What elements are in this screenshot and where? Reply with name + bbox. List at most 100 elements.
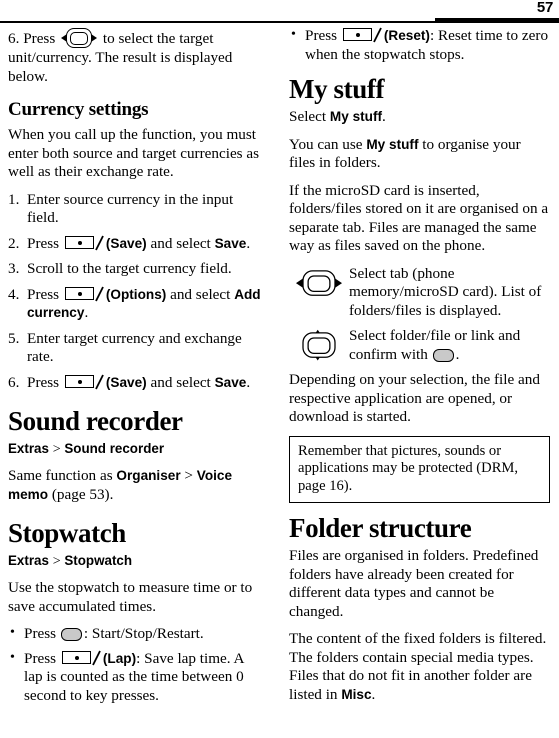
select-prefix: Select — [289, 108, 330, 125]
my-stuff-select-line: Select My stuff. — [289, 108, 550, 127]
nav-key-inner — [307, 274, 331, 291]
note-box: Remember that pictures, sounds or applic… — [289, 435, 550, 503]
step-text-mid: and select — [166, 285, 235, 303]
list-item: Press (Reset): Reset time to zero when t… — [289, 26, 550, 64]
softkey-slash-icon — [373, 27, 382, 43]
breadcrumb-root: Extras — [8, 553, 49, 568]
softkey-icon — [64, 286, 105, 303]
softkey-slash-icon — [95, 286, 104, 301]
nav-key-left-right-icon — [61, 27, 98, 49]
step-text-before: Press — [23, 30, 56, 47]
list-item: Scroll to the target currency field. — [8, 260, 261, 279]
folder-structure-paragraph-1: Files are organised in folders. Predefin… — [289, 547, 539, 620]
nav-key-inner — [70, 31, 89, 45]
softkey-slash-icon — [92, 650, 101, 665]
softkey-label: (Reset) — [383, 28, 430, 43]
stopwatch-bullets-continued: Press (Reset): Reset time to zero when t… — [289, 26, 550, 64]
page-number: 57 — [536, 0, 553, 16]
step-text-mid: and select — [146, 234, 215, 252]
description-suffix: . — [455, 345, 460, 363]
bullet-text-prefix: Press — [24, 649, 60, 667]
bullet-text-prefix: Press — [24, 625, 60, 642]
nav-key-left-right-icon — [295, 269, 343, 297]
step-text: Press — [27, 373, 63, 391]
ok-key-icon — [60, 627, 83, 642]
left-column: 6. Press to select the target unit/curre… — [0, 27, 279, 713]
menu-item-ref: Organiser — [116, 468, 181, 483]
step-text-mid: and select — [146, 373, 215, 391]
softkey-icon — [64, 235, 105, 252]
folder-structure-paragraph-2: The content of the fixed folders is filt… — [289, 630, 550, 704]
select-suffix: . — [382, 108, 386, 125]
breadcrumb-stopwatch: Extras > Stopwatch — [8, 552, 261, 570]
list-item: Press (Lap): Save lap time. A lap is cou… — [8, 649, 261, 706]
list-item: Press (Options) and select Add currency. — [8, 286, 261, 323]
right-column: Press (Reset): Reset time to zero when t… — [279, 26, 558, 713]
breadcrumb-separator: > — [52, 442, 61, 457]
body-text-suffix: (page 53). — [48, 485, 114, 503]
icon-cell — [289, 327, 349, 361]
heading-folder-structure: Folder structure — [289, 513, 472, 543]
bullet-text-suffix: : Start/Stop/Restart. — [83, 625, 204, 642]
my-stuff-paragraph-1: You can use My stuff to organise your fi… — [289, 136, 550, 173]
currency-settings-steps: Enter source currency in the input field… — [8, 191, 261, 393]
softkey-icon — [64, 374, 105, 391]
icon-description-row-folder: Select folder/file or link and confirm w… — [289, 327, 550, 364]
icon-row-description: Select folder/file or link and confirm w… — [349, 327, 550, 364]
continued-step-6: 6. Press to select the target unit/curre… — [8, 27, 261, 86]
paragraph-prefix: You can use — [289, 135, 367, 153]
currency-settings-intro: When you call up the function, you must … — [8, 126, 260, 180]
step-number: 6. — [8, 30, 20, 47]
step-text: Press — [27, 234, 63, 252]
page-columns: 6. Press to select the target unit/curre… — [0, 26, 559, 713]
softkey-slash-icon — [95, 374, 104, 389]
breadcrumb-leaf: Sound recorder — [64, 441, 165, 456]
breadcrumb-root: Extras — [8, 441, 49, 456]
step-text-end: . — [246, 373, 251, 391]
page-header: 57 — [0, 0, 559, 24]
menu-item-ref: Save — [214, 235, 247, 251]
stopwatch-intro: Use the stopwatch to measure time or to … — [8, 579, 253, 615]
heading-my-stuff: My stuff — [289, 74, 385, 104]
list-item: Enter target currency and exchange rate. — [8, 330, 261, 367]
icon-row-description: Select tab (phone memory/microSD card). … — [349, 264, 542, 319]
icon-description-row-tab: Select tab (phone memory/microSD card). … — [289, 265, 550, 321]
paragraph-suffix: . — [371, 685, 376, 703]
breadcrumb-sound-recorder: Extras > Sound recorder — [8, 440, 261, 458]
sound-recorder-body: Same function as Organiser > Voice memo … — [8, 467, 261, 504]
breadcrumb-leaf: Stopwatch — [64, 553, 133, 568]
softkey-label: (Save) — [105, 374, 147, 390]
nav-key-up-down-icon — [296, 329, 342, 361]
nav-key-inner — [307, 336, 331, 354]
step-text-end: . — [84, 304, 89, 321]
note-text: Remember that pictures, sounds or applic… — [298, 442, 519, 494]
step-text: Scroll to the target currency field. — [27, 260, 232, 277]
folder-name-ref: Misc — [341, 686, 372, 702]
body-text-prefix: Same function as — [8, 467, 117, 484]
my-stuff-paragraph-2: If the microSD card is inserted, folders… — [289, 181, 549, 255]
menu-item-ref: My stuff — [329, 109, 383, 124]
paragraph-prefix: The content of the fixed folders is filt… — [289, 630, 547, 703]
ok-key-icon — [432, 348, 455, 363]
list-item: Press (Save) and select Save. — [8, 374, 261, 393]
step-text: Press — [27, 285, 63, 303]
step-text: Enter target currency and exchange rate. — [27, 329, 242, 366]
my-stuff-paragraph-3: Depending on your selection, the file an… — [289, 371, 540, 425]
list-item: Press : Start/Stop/Restart. — [8, 624, 261, 644]
heading-currency-settings: Currency settings — [8, 99, 149, 120]
softkey-label: (Lap) — [102, 650, 137, 666]
body-separator: > — [180, 467, 197, 484]
heading-stopwatch: Stopwatch — [8, 518, 126, 548]
list-item: Press (Save) and select Save. — [8, 235, 261, 254]
header-rule-thick — [435, 18, 559, 23]
softkey-label: (Save) — [105, 235, 147, 251]
softkey-slash-icon — [95, 235, 104, 250]
icon-cell — [289, 265, 349, 296]
step-text: Enter source currency in the input field… — [27, 190, 234, 227]
menu-item-ref: My stuff — [366, 136, 419, 152]
softkey-icon — [61, 650, 102, 667]
breadcrumb-separator: > — [52, 554, 61, 569]
bullet-text-prefix: Press — [305, 27, 341, 44]
menu-item-ref: Save — [214, 374, 247, 390]
softkey-icon — [342, 27, 383, 44]
